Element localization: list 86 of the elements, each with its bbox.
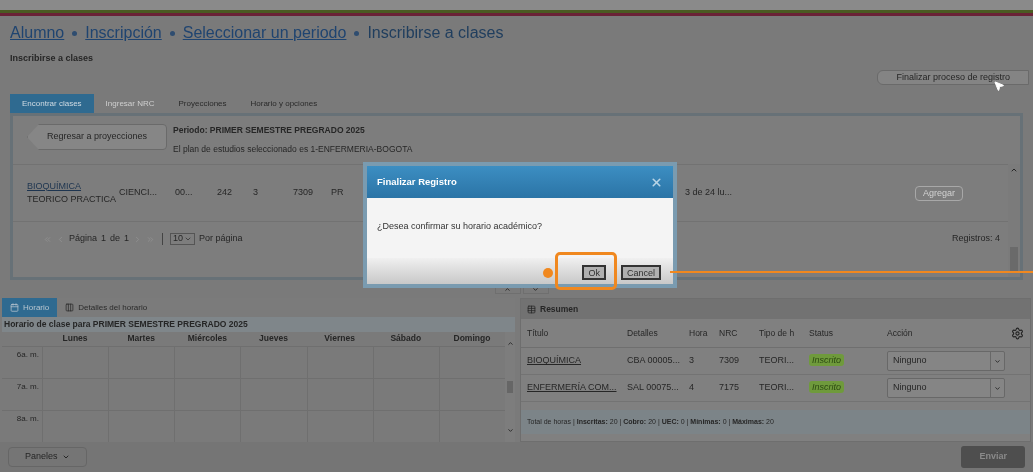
action-select[interactable]: Ninguno — [887, 351, 1005, 371]
back-button[interactable]: Regresar a proyecciones — [27, 124, 167, 150]
dialog-title: Finalizar Registro — [377, 174, 457, 189]
panels-button[interactable]: Paneles — [8, 447, 87, 467]
page-count: 1 — [124, 232, 130, 246]
table-cell-text: 242 — [217, 186, 234, 200]
column-header: Hora — [689, 326, 709, 340]
dialog-button[interactable]: Ok — [582, 265, 606, 280]
per-page-label: Por página — [199, 232, 243, 246]
table-cell-text: 3 — [689, 354, 695, 368]
time-label: 8a. m. — [15, 413, 40, 425]
table-cell-text: 3 — [253, 186, 259, 200]
chevron-down-icon — [994, 384, 1001, 392]
column-header: Detalles — [627, 326, 659, 340]
breadcrumb-current: Inscribirse a clases — [367, 23, 504, 43]
scroll-down-icon[interactable] — [506, 427, 514, 434]
table-cell-text: 3 de 24 lu... — [685, 186, 734, 200]
time-label: 7a. m. — [15, 381, 40, 393]
day-header: Miércoles — [186, 332, 228, 345]
chevron-down-icon — [61, 453, 70, 461]
schedule-tab[interactable]: Horario — [2, 298, 58, 317]
period-label: Periodo: PRIMER SEMESTRE PREGRADO 2025 — [173, 124, 366, 137]
course-link[interactable]: BIOQUÍMICA — [27, 179, 119, 193]
settings-icon[interactable] — [1011, 326, 1024, 340]
course-link[interactable]: BIOQUÍMICA — [527, 354, 627, 368]
calendar-icon — [10, 303, 19, 312]
scrollbar-thumb[interactable] — [1010, 247, 1018, 273]
table-cell-text: TEORI... — [759, 381, 795, 395]
tab[interactable]: Encontrar clases — [10, 94, 94, 113]
scroll-up-icon[interactable] — [506, 340, 514, 347]
summary-title: Resumen — [540, 302, 579, 316]
page-of-label: de — [110, 232, 121, 246]
schedule-title: Horario de clase para PRIMER SEMESTRE PREGRADO 2025 — [4, 318, 248, 331]
breadcrumb-link[interactable]: Alumno — [10, 21, 65, 45]
submit-button[interactable]: Enviar — [961, 446, 1025, 468]
day-header: Domingo — [452, 332, 492, 345]
column-header: Tipo de h — [759, 326, 796, 340]
table-cell-text: 7309 — [293, 186, 315, 200]
page-number: 1 — [101, 232, 107, 246]
table-cell-text: CBA 00005... — [627, 354, 682, 368]
column-header: Acción — [887, 326, 914, 340]
column-header: Status — [809, 326, 835, 340]
mouse-pointer-icon — [993, 80, 1005, 92]
table-cell-text: 4 — [689, 381, 695, 395]
separator-dot-icon — [169, 30, 175, 36]
table-cell-text: CIENCI... — [119, 186, 158, 200]
day-header: Sábado — [389, 332, 423, 345]
course-type: TEORICO PRACTICA — [27, 193, 117, 206]
separator-dot-icon — [72, 30, 78, 36]
table-cell-text: PR — [331, 186, 345, 200]
breadcrumb-link[interactable]: Inscripción — [85, 21, 162, 45]
study-plan-text: El plan de estudios seleccionado es 1-ENFERMERIA-BOGOTA — [173, 142, 413, 156]
table-icon — [527, 304, 536, 314]
status-badge: Inscrito — [809, 354, 844, 367]
breadcrumb-link[interactable]: Seleccionar un periodo — [182, 21, 347, 45]
per-page-select[interactable]: 10 — [170, 233, 196, 245]
columns-icon — [65, 303, 75, 312]
course-link[interactable]: ENFERMERÍA COM... — [527, 381, 627, 395]
table-cell-text: TEORI... — [759, 354, 795, 368]
dialog-message: ¿Desea confirmar su horario académico? — [377, 221, 543, 231]
chevron-down-icon — [184, 235, 193, 243]
page-title: Inscribirse a clases — [10, 52, 94, 66]
action-select[interactable]: Ninguno — [887, 378, 1005, 398]
scroll-up-icon[interactable] — [1010, 166, 1018, 174]
day-header: Martes — [126, 332, 156, 345]
schedule-tab[interactable]: Detalles del horario — [57, 298, 156, 317]
finish-registration-button[interactable]: Finalizar proceso de registro — [877, 70, 1029, 85]
table-cell-text: SAL 00075... — [627, 381, 680, 395]
column-header: NRC — [719, 326, 739, 340]
day-header: Lunes — [61, 332, 89, 345]
dialog-button[interactable]: Cancel — [621, 265, 661, 280]
chevron-down-icon — [994, 357, 1001, 365]
table-cell-text: 7175 — [719, 381, 741, 395]
page-label: Página — [69, 232, 98, 246]
close-icon[interactable] — [650, 175, 663, 189]
tab[interactable]: Horario y opciones — [238, 94, 330, 113]
tab[interactable]: Proyecciones — [166, 94, 239, 113]
day-header: Viernes — [323, 332, 356, 345]
time-label: 6a. m. — [15, 349, 40, 361]
column-header: Título — [527, 326, 550, 340]
status-badge: Inscrito — [809, 381, 844, 394]
records-count: Registros: 4 — [951, 232, 1000, 246]
separator-dot-icon — [354, 30, 360, 36]
day-header: Jueves — [258, 332, 289, 345]
table-cell-text: 00... — [175, 186, 194, 200]
table-cell-text: 7309 — [719, 354, 741, 368]
